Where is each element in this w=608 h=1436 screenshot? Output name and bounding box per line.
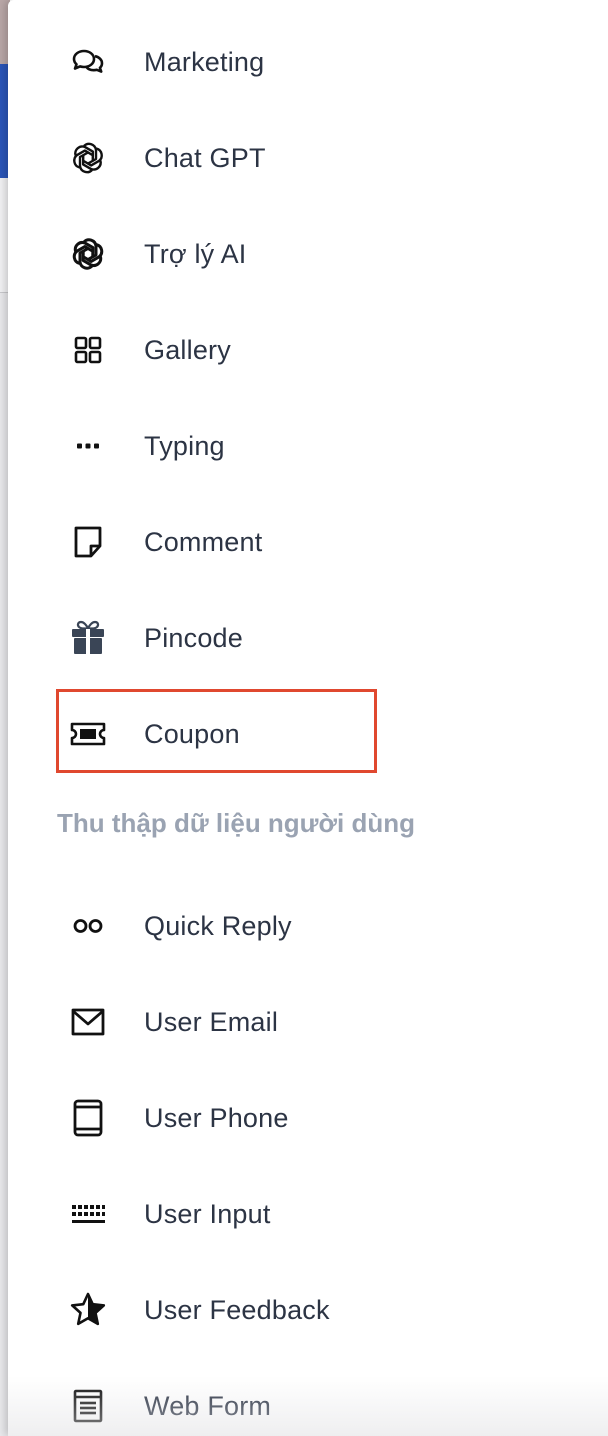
ai-assistant-icon — [68, 234, 108, 274]
menu-item-chat-gpt[interactable]: Chat GPT — [68, 128, 428, 188]
menu-item-label: Comment — [144, 526, 263, 557]
form-icon — [68, 1386, 108, 1426]
chat-bubbles-icon — [68, 42, 108, 82]
coupon-highlight-box — [56, 689, 377, 773]
menu-item-label: User Feedback — [144, 1294, 330, 1325]
section-title-user-data: Thu thập dữ liệu người dùng — [57, 808, 415, 838]
menu-item-label: Trợ lý AI — [144, 238, 247, 269]
gift-icon — [68, 618, 108, 658]
note-icon — [68, 522, 108, 562]
menu-item-user-email[interactable]: User Email — [68, 992, 428, 1052]
two-circles-icon — [68, 906, 108, 946]
menu-item-ai-assistant[interactable]: Trợ lý AI — [68, 224, 428, 284]
menu-item-user-input[interactable]: User Input — [68, 1184, 428, 1244]
tablet-icon — [68, 1098, 108, 1138]
menu-item-label: Web Form — [144, 1390, 272, 1421]
keyboard-icon — [68, 1194, 108, 1234]
menu-item-user-phone[interactable]: User Phone — [68, 1088, 428, 1148]
menu-item-label: Marketing — [144, 46, 265, 77]
menu-item-label: User Email — [144, 1006, 279, 1037]
openai-icon — [68, 138, 108, 178]
menu-item-label: User Input — [144, 1198, 271, 1229]
menu-item-gallery[interactable]: Gallery — [68, 320, 428, 380]
ellipsis-icon — [68, 426, 108, 466]
menu-item-quick-reply[interactable]: Quick Reply — [68, 896, 428, 956]
menu-item-label: Quick Reply — [144, 910, 292, 941]
star-icon — [68, 1290, 108, 1330]
menu-item-label: Gallery — [144, 334, 231, 365]
menu-item-user-feedback[interactable]: User Feedback — [68, 1280, 428, 1340]
menu-item-pincode[interactable]: Pincode — [68, 608, 428, 668]
block-menu-panel: Marketing Chat GPT Trợ lý AI Gallery Typ… — [8, 0, 608, 1436]
menu-item-label: Typing — [144, 430, 225, 461]
grid-icon — [68, 330, 108, 370]
menu-item-label: User Phone — [144, 1102, 289, 1133]
menu-item-label: Pincode — [144, 622, 243, 653]
menu-item-marketing[interactable]: Marketing — [68, 32, 428, 92]
menu-item-comment[interactable]: Comment — [68, 512, 428, 572]
menu-item-web-form[interactable]: Web Form — [68, 1376, 428, 1436]
envelope-icon — [68, 1002, 108, 1042]
menu-item-label: Chat GPT — [144, 142, 266, 173]
menu-item-typing[interactable]: Typing — [68, 416, 428, 476]
